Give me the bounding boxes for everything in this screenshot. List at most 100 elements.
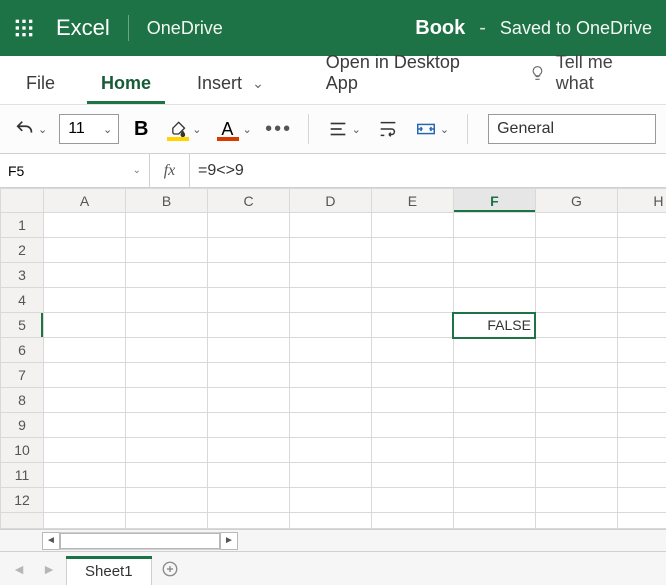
cell-B9[interactable] xyxy=(126,413,208,438)
cell-E11[interactable] xyxy=(371,463,453,488)
row-header-4[interactable]: 4 xyxy=(1,288,44,313)
cell-A8[interactable] xyxy=(44,388,126,413)
cell-G2[interactable] xyxy=(535,238,617,263)
cell-E2[interactable] xyxy=(371,238,453,263)
sheet-tab-active[interactable]: Sheet1 xyxy=(66,556,152,585)
cell-H8[interactable] xyxy=(617,388,666,413)
row-header-1[interactable]: 1 xyxy=(1,213,44,238)
cell-B1[interactable] xyxy=(126,213,208,238)
scroll-right-button[interactable]: ► xyxy=(220,532,238,550)
cell-B13[interactable] xyxy=(126,513,208,529)
alignment-button[interactable]: ⌄ xyxy=(323,112,365,146)
cell-F4[interactable] xyxy=(453,288,535,313)
cell-H11[interactable] xyxy=(617,463,666,488)
row-header-13[interactable] xyxy=(1,513,44,529)
cell-B5[interactable] xyxy=(126,313,208,338)
scroll-thumb[interactable] xyxy=(60,533,220,549)
cell-G6[interactable] xyxy=(535,338,617,363)
cell-A1[interactable] xyxy=(44,213,126,238)
chevron-down-icon[interactable]: ⌄ xyxy=(352,123,361,136)
chevron-down-icon[interactable]: ⌄ xyxy=(242,123,251,136)
horizontal-scrollbar[interactable]: ◄ ► xyxy=(0,529,666,551)
cell-G5[interactable] xyxy=(535,313,617,338)
cell-F12[interactable] xyxy=(453,488,535,513)
app-launcher-button[interactable] xyxy=(8,0,40,56)
cell-H13[interactable] xyxy=(617,513,666,529)
fx-label[interactable]: fx xyxy=(150,154,190,187)
cell-F8[interactable] xyxy=(453,388,535,413)
cell-G11[interactable] xyxy=(535,463,617,488)
cell-D5[interactable] xyxy=(290,313,372,338)
cell-E1[interactable] xyxy=(371,213,453,238)
column-header-C[interactable]: C xyxy=(208,189,290,213)
column-header-E[interactable]: E xyxy=(371,189,453,213)
cell-E9[interactable] xyxy=(371,413,453,438)
cell-E12[interactable] xyxy=(371,488,453,513)
cell-D8[interactable] xyxy=(290,388,372,413)
cell-G7[interactable] xyxy=(535,363,617,388)
add-sheet-button[interactable] xyxy=(156,555,184,583)
column-header-F[interactable]: F xyxy=(453,189,535,213)
open-in-desktop-button[interactable]: Open in Desktop App xyxy=(318,42,495,104)
sheet-nav-next[interactable]: ► xyxy=(36,556,62,582)
column-header-H[interactable]: H xyxy=(617,189,666,213)
cell-B7[interactable] xyxy=(126,363,208,388)
row-header-10[interactable]: 10 xyxy=(1,438,44,463)
name-box[interactable]: F5 ⌄ xyxy=(0,154,150,187)
cell-H4[interactable] xyxy=(617,288,666,313)
cell-E13[interactable] xyxy=(371,513,453,529)
row-header-9[interactable]: 9 xyxy=(1,413,44,438)
cell-G4[interactable] xyxy=(535,288,617,313)
cell-D12[interactable] xyxy=(290,488,372,513)
cell-E7[interactable] xyxy=(371,363,453,388)
cell-H5[interactable] xyxy=(617,313,666,338)
cell-A4[interactable] xyxy=(44,288,126,313)
cell-G10[interactable] xyxy=(535,438,617,463)
cell-F5[interactable]: FALSE xyxy=(453,313,535,338)
cell-B3[interactable] xyxy=(126,263,208,288)
cell-B10[interactable] xyxy=(126,438,208,463)
cell-D2[interactable] xyxy=(290,238,372,263)
cell-C8[interactable] xyxy=(208,388,290,413)
tab-home[interactable]: Home xyxy=(87,63,165,104)
tell-me-search[interactable]: Tell me what xyxy=(525,42,654,104)
wrap-text-button[interactable] xyxy=(373,112,403,146)
cell-F1[interactable] xyxy=(453,213,535,238)
cell-G12[interactable] xyxy=(535,488,617,513)
cell-C3[interactable] xyxy=(208,263,290,288)
cell-D1[interactable] xyxy=(290,213,372,238)
cell-H6[interactable] xyxy=(617,338,666,363)
cell-C9[interactable] xyxy=(208,413,290,438)
scroll-left-button[interactable]: ◄ xyxy=(42,532,60,550)
cell-H10[interactable] xyxy=(617,438,666,463)
storage-location[interactable]: OneDrive xyxy=(147,18,223,39)
row-header-6[interactable]: 6 xyxy=(1,338,44,363)
cell-C12[interactable] xyxy=(208,488,290,513)
cell-F11[interactable] xyxy=(453,463,535,488)
sheet-nav-prev[interactable]: ◄ xyxy=(6,556,32,582)
cell-D4[interactable] xyxy=(290,288,372,313)
cell-A11[interactable] xyxy=(44,463,126,488)
cell-E6[interactable] xyxy=(371,338,453,363)
cell-A5[interactable] xyxy=(44,313,126,338)
cell-F13[interactable] xyxy=(453,513,535,529)
cell-C10[interactable] xyxy=(208,438,290,463)
cell-A13[interactable] xyxy=(44,513,126,529)
tab-file[interactable]: File xyxy=(12,63,69,104)
cell-F6[interactable] xyxy=(453,338,535,363)
cell-F3[interactable] xyxy=(453,263,535,288)
cell-A6[interactable] xyxy=(44,338,126,363)
undo-button[interactable]: ⌄ xyxy=(10,112,51,146)
cell-A3[interactable] xyxy=(44,263,126,288)
cell-C11[interactable] xyxy=(208,463,290,488)
column-header-A[interactable]: A xyxy=(44,189,126,213)
save-status[interactable]: Saved to OneDrive xyxy=(500,18,652,39)
cell-H1[interactable] xyxy=(617,213,666,238)
cell-C1[interactable] xyxy=(208,213,290,238)
cell-G1[interactable] xyxy=(535,213,617,238)
cell-A7[interactable] xyxy=(44,363,126,388)
cell-A12[interactable] xyxy=(44,488,126,513)
cell-E4[interactable] xyxy=(371,288,453,313)
font-size-select[interactable]: 11 ⌄ xyxy=(59,114,119,144)
cell-C5[interactable] xyxy=(208,313,290,338)
